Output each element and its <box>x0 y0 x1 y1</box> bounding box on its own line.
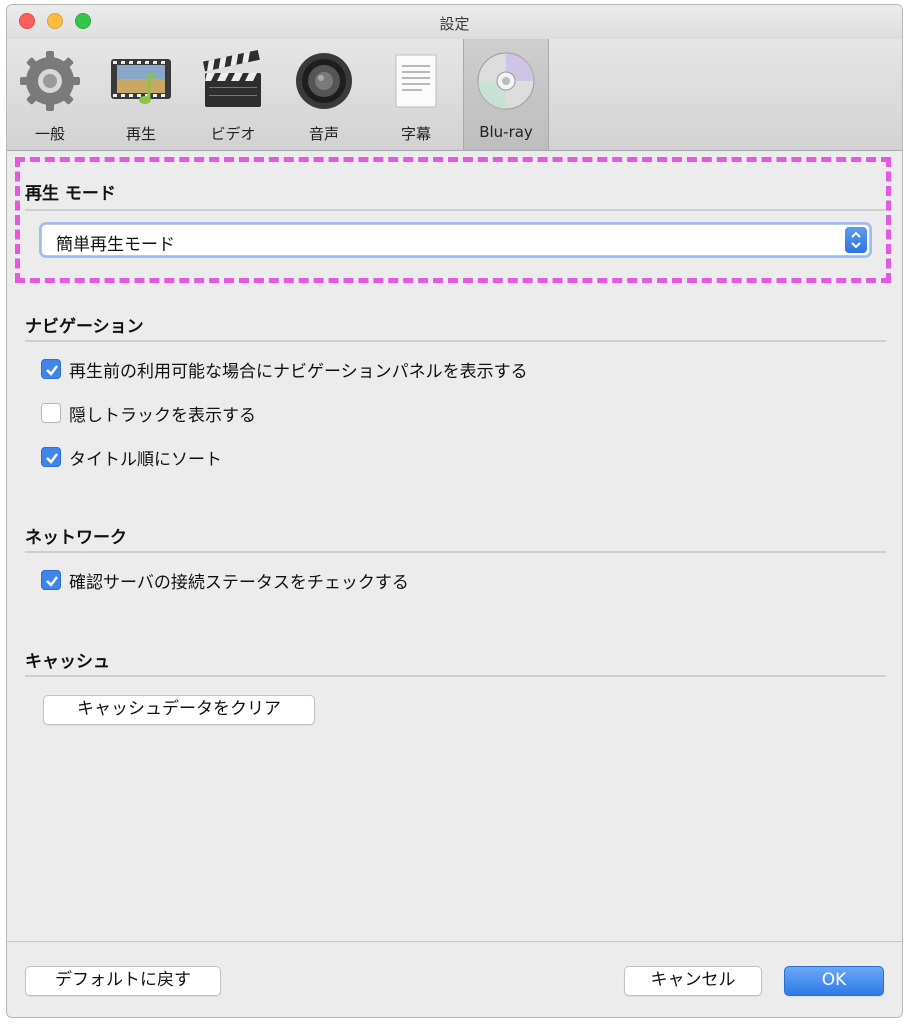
title-bar: 設定 <box>7 5 902 39</box>
ok-button[interactable]: OK <box>784 966 884 996</box>
cancel-button[interactable]: キャンセル <box>624 966 762 996</box>
annotation-dashed-highlight <box>15 157 891 283</box>
tab-bluray-label: Blu-ray <box>479 123 533 141</box>
tab-subtitles-label: 字幕 <box>400 125 431 143</box>
gear-icon <box>20 51 80 111</box>
tab-playback[interactable]: 再生 <box>98 39 184 150</box>
film-music-icon <box>111 59 171 104</box>
navigation-divider <box>25 340 886 342</box>
network-divider <box>25 551 886 553</box>
tab-video-label: ビデオ <box>210 125 256 143</box>
tab-general-label: 一般 <box>34 125 65 143</box>
speaker-icon <box>296 53 352 109</box>
tab-video[interactable]: ビデオ <box>190 39 276 150</box>
checkbox-checked[interactable] <box>41 447 61 467</box>
window-title: 設定 <box>439 15 470 33</box>
tab-audio-label: 音声 <box>308 125 339 143</box>
option-label: 確認サーバの接続ステータスをチェックする <box>69 573 409 593</box>
option-label: 隠しトラックを表示する <box>69 406 256 426</box>
restore-defaults-button[interactable]: デフォルトに戻す <box>25 966 221 996</box>
clapperboard-icon <box>202 49 261 107</box>
cache-divider <box>25 675 886 677</box>
preferences-window: 設定 一般 再生 ビデオ 音声 字幕 Blu-ray 再生 モード 簡単再生モー… <box>6 4 903 1018</box>
tab-bluray[interactable]: Blu-ray <box>463 39 549 150</box>
network-title: ネットワーク <box>25 528 127 548</box>
tab-audio[interactable]: 音声 <box>281 39 367 150</box>
preferences-toolbar: 一般 再生 ビデオ 音声 字幕 Blu-ray <box>7 39 902 151</box>
tab-general[interactable]: 一般 <box>7 39 93 150</box>
checkbox-checked[interactable] <box>41 359 61 379</box>
clear-cache-button[interactable]: キャッシュデータをクリア <box>43 695 315 725</box>
checkbox-checked[interactable] <box>41 570 61 590</box>
cache-title: キャッシュ <box>25 652 110 672</box>
disc-icon <box>477 52 535 110</box>
footer-divider <box>7 941 902 942</box>
document-icon <box>395 54 437 108</box>
checkbox-unchecked[interactable] <box>41 403 61 423</box>
navigation-title: ナビゲーション <box>25 317 144 337</box>
option-label: タイトル順にソート <box>69 450 222 470</box>
tab-playback-label: 再生 <box>125 125 156 143</box>
option-label: 再生前の利用可能な場合にナビゲーションパネルを表示する <box>69 362 528 382</box>
tab-subtitles[interactable]: 字幕 <box>373 39 459 150</box>
